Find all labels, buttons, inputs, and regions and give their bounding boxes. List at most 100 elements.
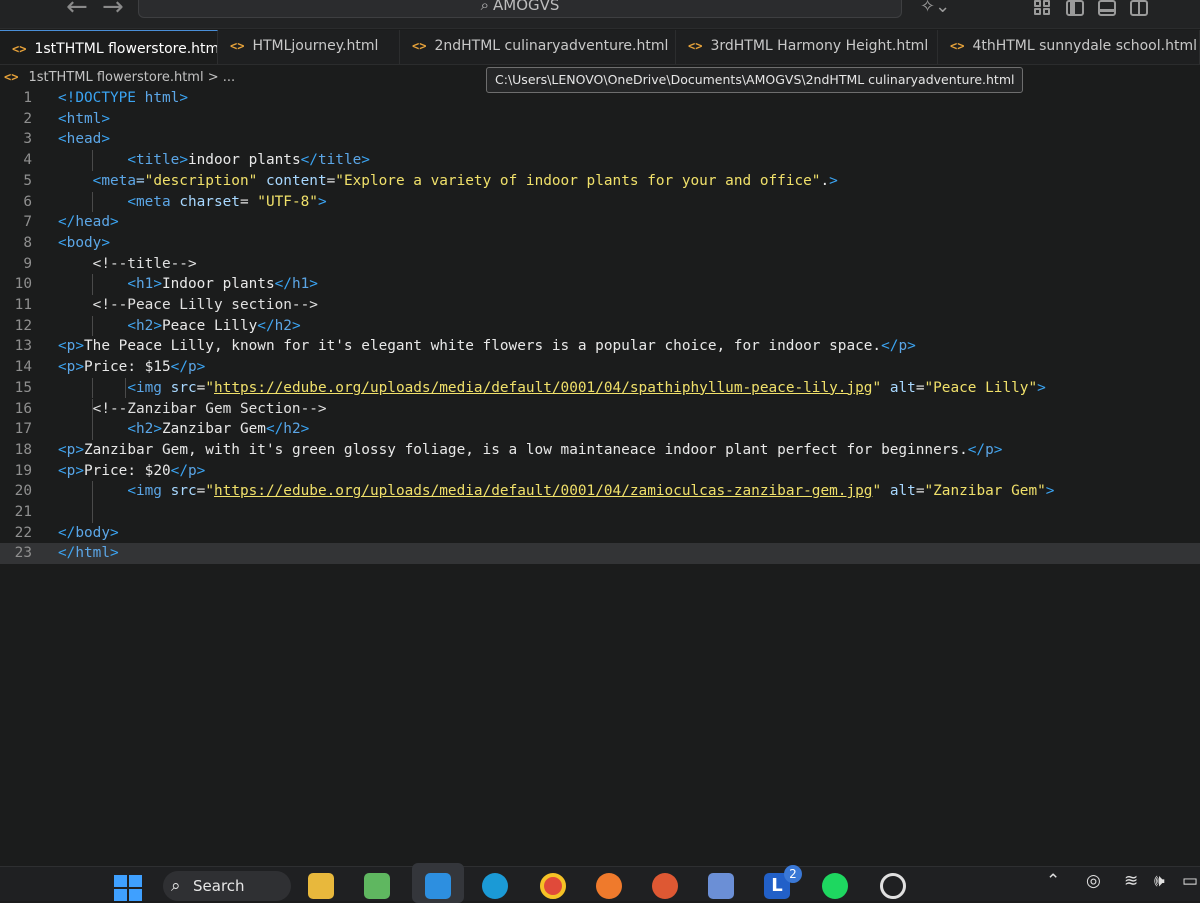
tab-sunnydale-school[interactable]: <> 4thHTML sunnydale school.html <box>938 30 1200 64</box>
code-token: > <box>179 152 188 169</box>
chrome-icon[interactable] <box>540 873 566 899</box>
code-text[interactable]: <h2>Peace Lilly</h2> <box>58 316 300 337</box>
code-text[interactable]: <meta="description" content="Explore a v… <box>58 171 838 192</box>
code-line[interactable]: 21 <box>0 502 1200 523</box>
firefox-icon[interactable] <box>596 873 622 899</box>
code-text[interactable]: <p>The Peace Lilly, known for it's elega… <box>58 336 916 357</box>
code-token: > <box>153 317 162 334</box>
code-line[interactable]: 4 <title>indoor plants</title> <box>0 150 1200 171</box>
edge-icon[interactable] <box>482 873 508 899</box>
vscode-icon[interactable] <box>425 873 451 899</box>
code-text[interactable]: <img src="https://edube.org/uploads/medi… <box>58 378 1046 399</box>
taskbar-search[interactable]: ⌕ Search <box>163 871 291 901</box>
code-text[interactable]: </body> <box>58 523 119 544</box>
code-line[interactable]: 5 <meta="description" content="Explore a… <box>0 171 1200 192</box>
html-file-icon: <> <box>950 39 965 53</box>
code-text[interactable]: </html> <box>58 543 119 564</box>
code-token: < <box>127 276 136 293</box>
code-text[interactable]: <!--title--> <box>58 254 197 275</box>
line-number: 15 <box>14 379 32 396</box>
duckduckgo-icon[interactable] <box>652 873 678 899</box>
code-line[interactable]: 16 <!--Zanzibar Gem Section--> <box>0 398 1200 420</box>
forward-arrow-icon[interactable]: → <box>102 0 124 20</box>
code-text[interactable]: <head> <box>58 129 110 150</box>
code-text[interactable]: <h2>Zanzibar Gem</h2> <box>58 419 309 440</box>
code-text[interactable]: <img src="https://edube.org/uploads/medi… <box>58 481 1054 502</box>
ollama-icon[interactable] <box>880 873 906 899</box>
code-line[interactable]: 11 <!--Peace Lilly section--> <box>0 295 1200 316</box>
command-center-search[interactable]: ⌕ AMOGVS <box>138 0 902 18</box>
code-text[interactable]: <p>Zanzibar Gem, with it's green glossy … <box>58 440 1002 461</box>
code-text[interactable]: <!--Peace Lilly section--> <box>58 295 318 316</box>
code-line[interactable]: 23 </html> <box>0 543 1200 565</box>
code-line[interactable]: 18 <p>Zanzibar Gem, with it's green gloss… <box>0 440 1200 461</box>
code-token: > <box>1045 483 1055 500</box>
volume-icon[interactable]: 🕪 <box>1154 871 1165 891</box>
tab-htmljourney[interactable]: <> HTMLjourney.html <box>218 30 400 64</box>
line-number: 1 <box>23 90 32 106</box>
toggle-secondary-sidebar-icon[interactable] <box>1130 0 1148 16</box>
code-line[interactable]: 12 <h2>Peace Lilly</h2> <box>0 315 1200 337</box>
code-token: > <box>907 338 916 355</box>
toggle-primary-sidebar-icon[interactable] <box>1066 0 1084 16</box>
code-line[interactable]: 15 <img src="https://edube.org/uploads/m… <box>0 377 1200 399</box>
code-token: p <box>898 338 908 355</box>
code-text[interactable]: <!DOCTYPE html> <box>58 88 188 109</box>
code-line[interactable]: 1 <!DOCTYPE html> <box>0 88 1200 109</box>
code-line[interactable]: 17 <h2>Zanzibar Gem</h2> <box>0 419 1200 440</box>
code-token: > <box>101 131 110 148</box>
breadcrumb[interactable]: <> 1stTHTML flowerstore.html > ... <box>0 66 484 88</box>
code-line[interactable]: 20 <img src="https://edube.org/uploads/m… <box>0 481 1200 502</box>
code-token: " <box>872 483 882 500</box>
code-line[interactable]: 3 <head> <box>0 129 1200 150</box>
file-explorer-icon[interactable] <box>308 873 334 899</box>
battery-icon[interactable]: ▭ <box>1182 871 1198 891</box>
code-line[interactable]: 6 <meta charset= "UTF-8"> <box>0 191 1200 213</box>
spotify-icon[interactable] <box>822 873 848 899</box>
code-line[interactable]: 7 </head> <box>0 212 1200 233</box>
code-line[interactable]: 2 <html> <box>0 109 1200 130</box>
code-text[interactable]: <body> <box>58 233 110 254</box>
breadcrumb-rest[interactable]: > ... <box>208 70 235 85</box>
code-text[interactable]: <meta charset= "UTF-8"> <box>58 192 326 213</box>
code-line[interactable]: 13 <p>The Peace Lilly, known for it's ele… <box>0 336 1200 357</box>
code-text[interactable]: <p>Price: $15</p> <box>58 357 205 378</box>
toggle-panel-icon[interactable] <box>1098 0 1116 16</box>
code-text[interactable]: <h1>Indoor plants</h1> <box>58 274 318 295</box>
code-text[interactable]: <title>indoor plants</title> <box>58 150 370 171</box>
tab-harmony-height[interactable]: <> 3rdHTML Harmony Height.html <box>676 30 938 64</box>
code-line[interactable]: 9 <!--title--> <box>0 254 1200 275</box>
code-line[interactable]: 10 <h1>Indoor plants</h1> <box>0 274 1200 295</box>
code-line[interactable]: 19 <p>Price: $20</p> <box>0 461 1200 482</box>
microsoft-store-icon[interactable] <box>708 873 734 899</box>
tab-flowerstore[interactable]: <>1stTHTML flowerstore.html✕ <box>0 30 218 64</box>
copilot-icon[interactable]: ✧⌄ <box>920 0 950 17</box>
code-text[interactable]: <p>Price: $20</p> <box>58 461 205 482</box>
code-token: > <box>196 462 206 479</box>
code-token: " <box>205 483 214 500</box>
code-editor[interactable]: 1 <!DOCTYPE html> 2 <html> 3 <head> 4 <title>i… <box>0 88 1200 868</box>
breadcrumb-file[interactable]: 1stTHTML flowerstore.html <box>28 70 203 85</box>
code-line[interactable]: 8 <body> <box>0 233 1200 254</box>
tab-culinaryadventure[interactable]: <> 2ndHTML culinaryadventure.html <box>400 30 676 64</box>
code-token: > <box>1037 379 1046 396</box>
code-text[interactable]: <!--Zanzibar Gem Section--> <box>58 399 327 420</box>
code-token: > <box>101 110 110 127</box>
code-text[interactable]: <html> <box>58 109 110 130</box>
windows-start-icon[interactable] <box>114 875 144 901</box>
tray-app-icon[interactable]: ◎ <box>1086 871 1101 891</box>
back-arrow-icon[interactable]: ← <box>66 0 88 20</box>
notepad-icon[interactable] <box>364 873 390 899</box>
show-hidden-icons-icon[interactable]: ⌃ <box>1046 871 1060 891</box>
code-token: </ <box>265 421 284 438</box>
code-token: > <box>300 421 310 438</box>
code-text[interactable]: </head> <box>58 212 119 233</box>
code-token: = <box>326 172 336 189</box>
code-token: p <box>187 359 197 376</box>
customize-layout-icon[interactable] <box>1034 0 1052 16</box>
code-line[interactable]: 22 </body> <box>0 523 1200 544</box>
code-line[interactable]: 14 <p>Price: $15</p> <box>0 357 1200 378</box>
wifi-icon[interactable]: ≋ <box>1124 871 1138 891</box>
